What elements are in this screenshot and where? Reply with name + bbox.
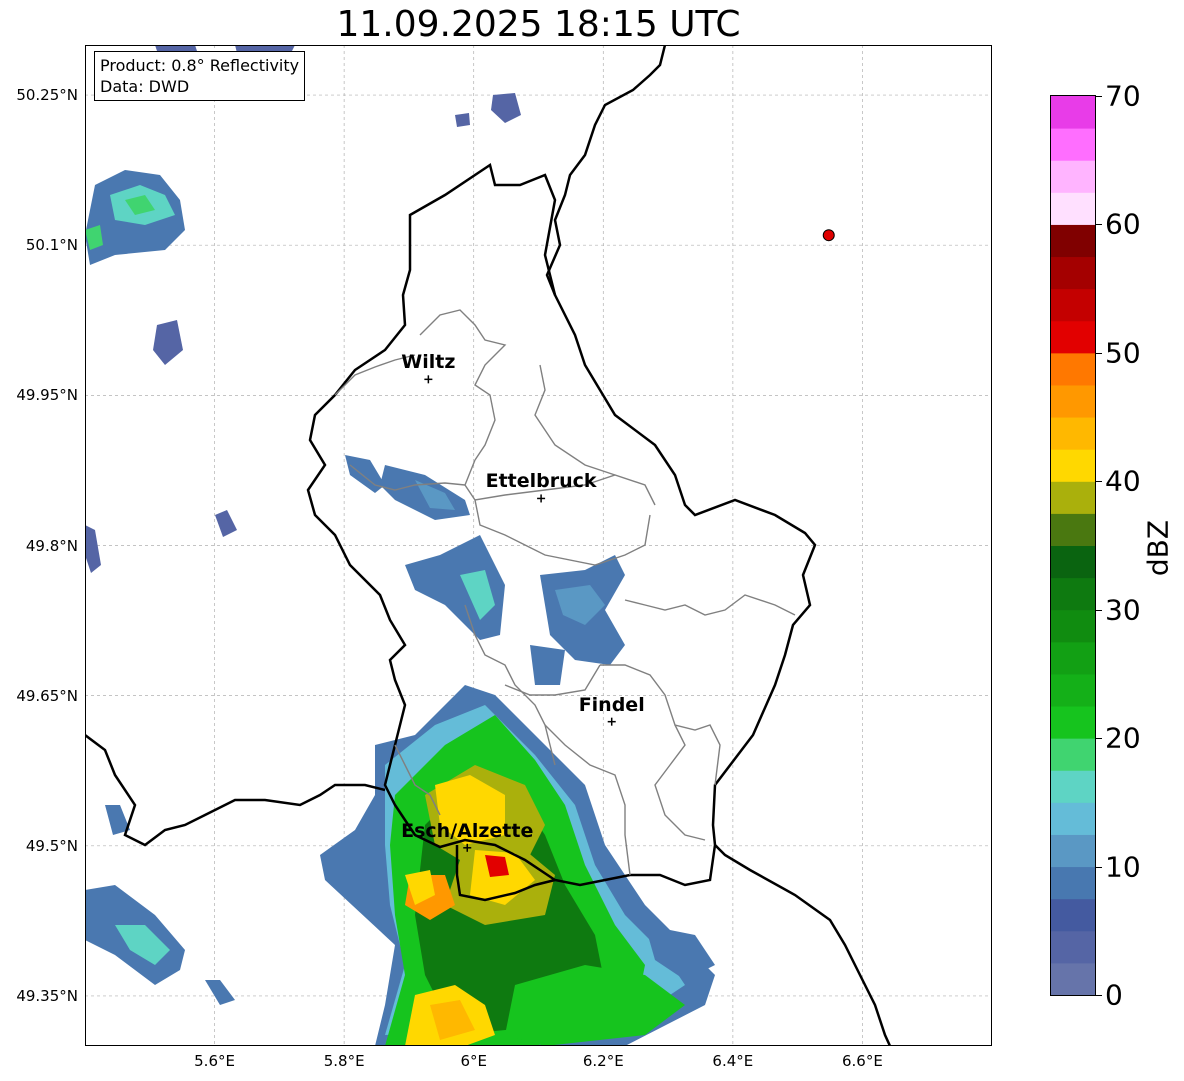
colorbar-segment bbox=[1051, 641, 1095, 675]
canton-boundary bbox=[624, 594, 796, 616]
colorbar-segment bbox=[1051, 962, 1095, 995]
colorbar-segment bbox=[1051, 224, 1095, 258]
colorbar-segment bbox=[1051, 706, 1095, 739]
lat-tick-label: 50.1°N bbox=[25, 236, 78, 255]
city-label: Ettelbruck bbox=[485, 470, 597, 493]
lat-tick-label: 49.5°N bbox=[25, 836, 78, 855]
colorbar-tick-label: 50 bbox=[1105, 336, 1141, 370]
colorbar-segment bbox=[1051, 930, 1095, 964]
colorbar-segment bbox=[1051, 384, 1095, 418]
lon-tick-label: 6°E bbox=[460, 1052, 487, 1070]
colorbar-segment bbox=[1051, 866, 1095, 900]
colorbar-segment bbox=[1051, 320, 1095, 354]
city-label: Esch/Alzette bbox=[401, 819, 534, 842]
colorbar-tick-label: 20 bbox=[1105, 721, 1141, 755]
echo-cell bbox=[530, 645, 565, 685]
colorbar-label: dBZ bbox=[1141, 519, 1175, 577]
colorbar-tick bbox=[1096, 481, 1102, 483]
echo-cell bbox=[345, 455, 385, 493]
colorbar-segment bbox=[1051, 513, 1095, 546]
lon-tick-label: 6.4°E bbox=[712, 1052, 754, 1070]
data-source-line: Data: DWD bbox=[100, 77, 190, 96]
colorbar-segment bbox=[1051, 609, 1095, 643]
city-marker bbox=[537, 494, 546, 503]
lat-tick-label: 49.8°N bbox=[25, 536, 78, 555]
colorbar-tick-label: 40 bbox=[1105, 464, 1141, 498]
lon-tick-label: 6.2°E bbox=[582, 1052, 624, 1070]
echo-cell bbox=[153, 320, 183, 365]
colorbar-segment bbox=[1051, 834, 1095, 868]
map-title: 11.09.2025 18:15 UTC bbox=[336, 4, 741, 45]
city-label: Findel bbox=[578, 693, 645, 716]
echo-cell bbox=[205, 980, 235, 1005]
product-line: Product: 0.8° Reflectivity bbox=[100, 56, 300, 75]
colorbar-segment bbox=[1051, 481, 1095, 514]
germany-belgium-border bbox=[545, 45, 667, 296]
colorbar-segment bbox=[1051, 417, 1095, 450]
radar-map[interactable] bbox=[85, 45, 992, 1046]
colorbar-segment bbox=[1051, 738, 1095, 771]
city-marker bbox=[424, 375, 433, 384]
colorbar-segment bbox=[1051, 802, 1095, 835]
lat-tick-label: 49.95°N bbox=[16, 386, 78, 405]
colorbar-scale bbox=[1051, 96, 1095, 995]
colorbar-segment bbox=[1051, 352, 1095, 386]
city-label: Wiltz bbox=[401, 351, 456, 374]
colorbar-segment bbox=[1051, 898, 1095, 932]
colorbar-segment bbox=[1051, 288, 1095, 322]
colorbar-segment bbox=[1051, 449, 1095, 482]
colorbar-tick bbox=[1096, 96, 1102, 97]
canton-boundary bbox=[474, 499, 651, 566]
colorbar-tick bbox=[1096, 352, 1102, 354]
city-marker bbox=[607, 717, 616, 726]
canton-boundary bbox=[600, 664, 721, 786]
france-germany-border bbox=[714, 844, 892, 1046]
colorbar-tick bbox=[1096, 609, 1102, 611]
lat-tick-label: 50.25°N bbox=[16, 86, 78, 105]
colorbar-segment bbox=[1051, 545, 1095, 579]
colorbar-segment bbox=[1051, 128, 1095, 161]
lat-tick-label: 49.65°N bbox=[16, 686, 78, 705]
radar-map-canvas bbox=[85, 45, 992, 1046]
echo-cell bbox=[455, 113, 470, 127]
colorbar-segment bbox=[1051, 673, 1095, 707]
echo-cell bbox=[215, 510, 237, 537]
radar-site-marker[interactable] bbox=[822, 229, 835, 242]
echo-cell bbox=[491, 93, 521, 123]
colorbar-tick bbox=[1096, 995, 1102, 996]
product-info-box: Product: 0.8° Reflectivity Data: DWD bbox=[94, 51, 306, 101]
colorbar-tick bbox=[1096, 738, 1102, 740]
colorbar-tick-label: 60 bbox=[1105, 207, 1141, 241]
colorbar-tick-label: 30 bbox=[1105, 593, 1141, 627]
colorbar-tick-label: 10 bbox=[1105, 850, 1141, 884]
lon-tick-label: 6.6°E bbox=[842, 1052, 883, 1070]
colorbar-tick bbox=[1096, 224, 1102, 226]
canton-boundary bbox=[654, 724, 706, 841]
echo-cell bbox=[85, 525, 101, 573]
colorbar-tick bbox=[1096, 866, 1102, 868]
colorbar-tick-label: 70 bbox=[1105, 79, 1141, 113]
colorbar-segment bbox=[1051, 192, 1095, 225]
colorbar-segment bbox=[1051, 96, 1095, 129]
colorbar-segment bbox=[1051, 256, 1095, 290]
france-belgium-border bbox=[85, 734, 386, 847]
colorbar-segment bbox=[1051, 160, 1095, 193]
colorbar-segment bbox=[1051, 770, 1095, 803]
canton-boundary bbox=[419, 309, 507, 461]
colorbar-segment bbox=[1051, 577, 1095, 611]
lat-tick-label: 49.35°N bbox=[16, 986, 78, 1005]
lon-tick-label: 5.8°E bbox=[323, 1052, 365, 1070]
lon-tick-label: 5.6°E bbox=[194, 1052, 235, 1070]
colorbar bbox=[1050, 95, 1096, 996]
colorbar-tick-label: 0 bbox=[1105, 978, 1123, 1012]
